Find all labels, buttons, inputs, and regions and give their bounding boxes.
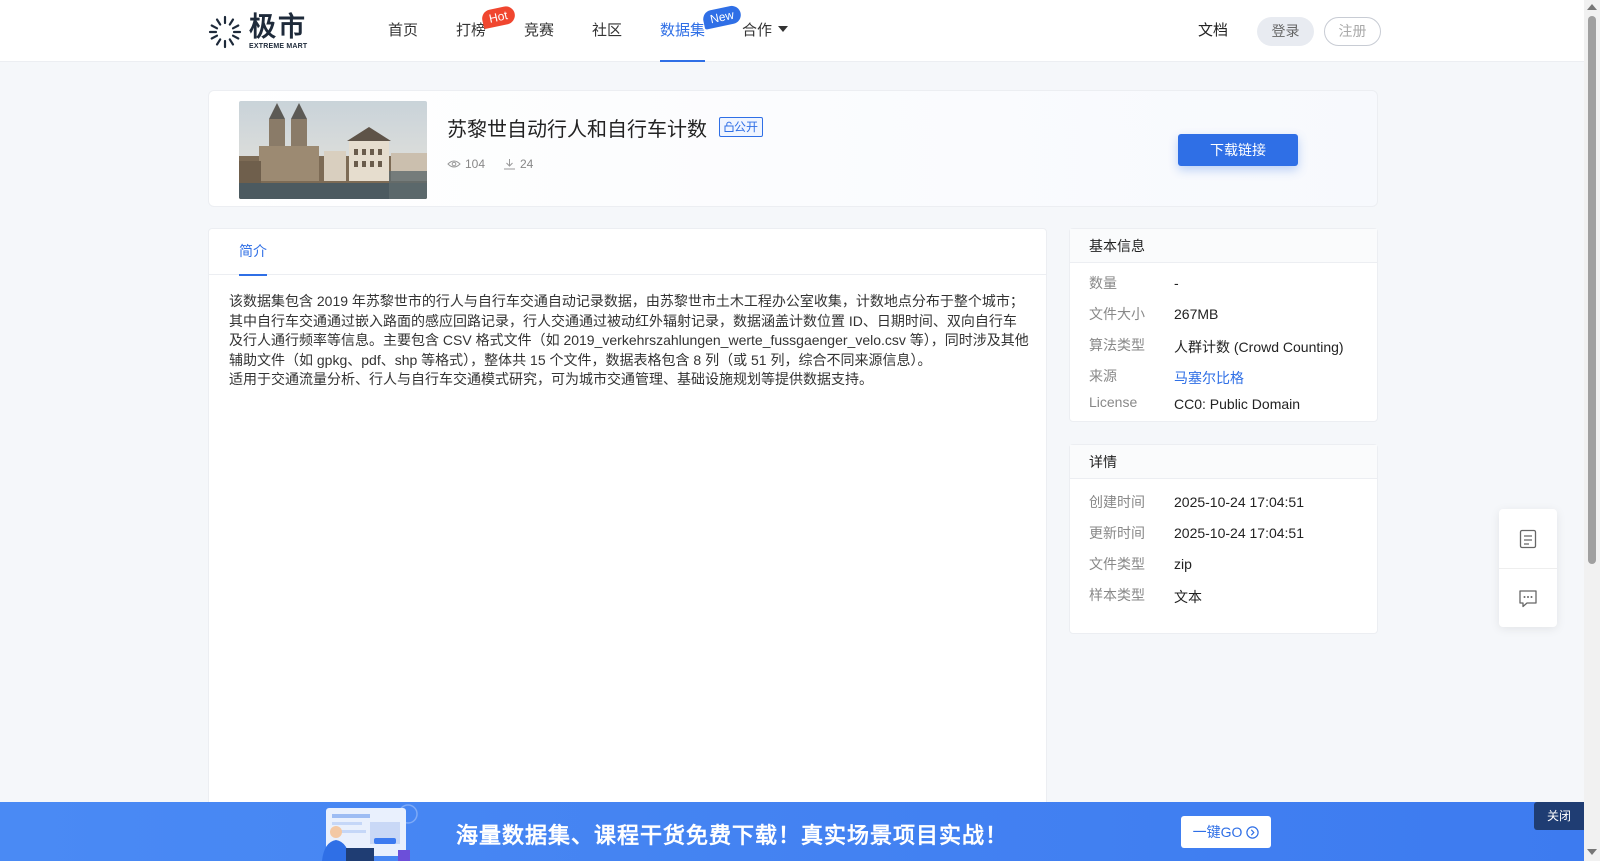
- detail-key: 创建时间: [1089, 494, 1145, 510]
- info-key: 来源: [1089, 368, 1117, 384]
- info-row-algorithm: 算法类型 人群计数 (Crowd Counting): [1070, 335, 1377, 355]
- tab-intro[interactable]: 简介: [239, 229, 267, 276]
- detail-value: 2025-10-24 17:04:51: [1174, 494, 1304, 510]
- nav-cooperation-label: 合作: [742, 22, 773, 39]
- chevron-down-icon: [778, 26, 789, 32]
- info-key: License: [1089, 394, 1138, 410]
- download-icon: [504, 159, 515, 170]
- dataset-title: 苏黎世自动行人和自行车计数: [447, 119, 707, 141]
- intro-paragraph-2: 适用于交通流量分析、行人与自行车交通模式研究，可为城市交通管理、基础设施规划等提…: [229, 371, 873, 387]
- downloads-stat: 24: [503, 157, 533, 171]
- nav-cooperation[interactable]: 合作: [742, 0, 789, 62]
- register-button[interactable]: 注册: [1324, 17, 1381, 46]
- docs-link[interactable]: 文档: [1198, 0, 1228, 62]
- go-button-label: 一键GO: [1192, 824, 1243, 840]
- visibility-badge: 公开: [719, 117, 764, 137]
- info-value: -: [1174, 275, 1179, 291]
- scroll-up-arrow-icon[interactable]: [1587, 4, 1597, 10]
- download-link-button[interactable]: 下载链接: [1178, 134, 1298, 166]
- intro-paragraph-1: 该数据集包含 2019 年苏黎世市的行人与自行车交通自动记录数据，由苏黎世市土木…: [229, 293, 1029, 368]
- scrollbar-thumb[interactable]: [1588, 16, 1596, 564]
- nav-competition-label: 竞赛: [524, 22, 555, 39]
- details-panel: 详情 创建时间 2025-10-24 17:04:51 更新时间 2025-10…: [1069, 444, 1378, 634]
- lock-icon: [724, 121, 734, 132]
- downloads-count: 24: [520, 157, 534, 171]
- info-key: 文件大小: [1089, 306, 1145, 322]
- scroll-down-arrow-icon[interactable]: [1587, 849, 1597, 855]
- document-button[interactable]: [1499, 509, 1557, 568]
- detail-row-updated: 更新时间 2025-10-24 17:04:51: [1070, 523, 1377, 543]
- info-row-count: 数量 -: [1070, 273, 1377, 293]
- chat-button[interactable]: [1499, 569, 1557, 628]
- info-value: CC0: Public Domain: [1174, 396, 1301, 412]
- views-count: 104: [465, 157, 486, 171]
- promo-banner: 海量数据集、课程干货免费下载！真实场景项目实战！ 一键GO: [0, 802, 1584, 861]
- info-row-size: 文件大小 267MB: [1070, 304, 1377, 324]
- banner-illustration: [322, 804, 418, 861]
- source-link[interactable]: 马塞尔比格: [1174, 368, 1244, 388]
- chat-icon: [1519, 590, 1537, 608]
- nav-leaderboard[interactable]: 打榜 Hot: [456, 0, 517, 62]
- eye-icon: [447, 160, 461, 168]
- hot-badge: Hot: [480, 4, 517, 30]
- logo-text-cn: 极市: [249, 12, 307, 42]
- detail-value: 2025-10-24 17:04:51: [1174, 525, 1304, 541]
- detail-row-filetype: 文件类型 zip: [1070, 554, 1377, 574]
- banner-close-button[interactable]: 关闭: [1534, 802, 1584, 830]
- nav-active-underline: [660, 60, 706, 62]
- detail-key: 样本类型: [1089, 587, 1145, 603]
- logo-text-en: EXTREME MART: [249, 43, 308, 50]
- details-title: 详情: [1070, 445, 1377, 479]
- detail-row-sampletype: 样本类型 文本: [1070, 585, 1377, 605]
- new-badge: New: [701, 4, 743, 30]
- nav-home-label: 首页: [388, 22, 419, 39]
- detail-row-created: 创建时间 2025-10-24 17:04:51: [1070, 492, 1377, 512]
- basic-info-title: 基本信息: [1070, 229, 1377, 263]
- info-value: 人群计数 (Crowd Counting): [1174, 339, 1344, 355]
- nav-community[interactable]: 社区: [592, 0, 622, 62]
- info-row-license: License CC0: Public Domain: [1070, 394, 1377, 414]
- dataset-summary-card: 苏黎世自动行人和自行车计数 公开 104 24 下载链接: [208, 90, 1378, 207]
- dataset-thumbnail: [239, 101, 427, 199]
- tab-intro-label: 简介: [239, 243, 267, 259]
- banner-headline: 海量数据集、课程干货免费下载！真实场景项目实战！: [456, 823, 1009, 848]
- basic-info-panel: 基本信息 数量 - 文件大小 267MB 算法类型 人群计数 (Crowd Co…: [1069, 228, 1378, 422]
- visibility-label: 公开: [734, 120, 759, 134]
- tab-active-underline: [239, 274, 267, 276]
- one-click-go-button[interactable]: 一键GO: [1181, 816, 1271, 848]
- arrow-circle-icon: [1246, 826, 1260, 839]
- detail-value: 文本: [1174, 589, 1202, 605]
- nav-competition[interactable]: 竞赛: [524, 0, 554, 62]
- views-stat: 104: [447, 157, 485, 171]
- info-key: 数量: [1089, 275, 1117, 291]
- nav-leaderboard-label: 打榜: [456, 22, 487, 39]
- info-value: 267MB: [1174, 306, 1219, 322]
- document-icon: [1519, 529, 1537, 548]
- site-logo[interactable]: 极市 EXTREME MART: [207, 14, 317, 50]
- info-row-source: 来源 马塞尔比格: [1070, 366, 1377, 386]
- login-button[interactable]: 登录: [1257, 17, 1314, 46]
- detail-key: 文件类型: [1089, 556, 1145, 572]
- nav-datasets[interactable]: 数据集 New: [660, 0, 743, 62]
- nav-home[interactable]: 首页: [388, 0, 418, 62]
- info-key: 算法类型: [1089, 337, 1145, 353]
- intro-tab-bar: 简介: [209, 229, 1046, 276]
- nav-datasets-label: 数据集: [660, 22, 706, 39]
- nav-community-label: 社区: [592, 22, 623, 39]
- detail-key: 更新时间: [1089, 525, 1145, 541]
- intro-panel: 简介 该数据集包含 2019 年苏黎世市的行人与自行车交通自动记录数据，由苏黎世…: [208, 228, 1047, 861]
- detail-value: zip: [1174, 556, 1192, 572]
- floating-toolbar: [1499, 509, 1557, 627]
- intro-description: 该数据集包含 2019 年苏黎世市的行人与自行车交通自动记录数据，由苏黎世市土木…: [229, 292, 1029, 390]
- logo-mark-icon: [208, 15, 242, 49]
- top-header: 极市 EXTREME MART 首页 打榜 Hot 竞赛 社区 数据集 New …: [0, 0, 1584, 62]
